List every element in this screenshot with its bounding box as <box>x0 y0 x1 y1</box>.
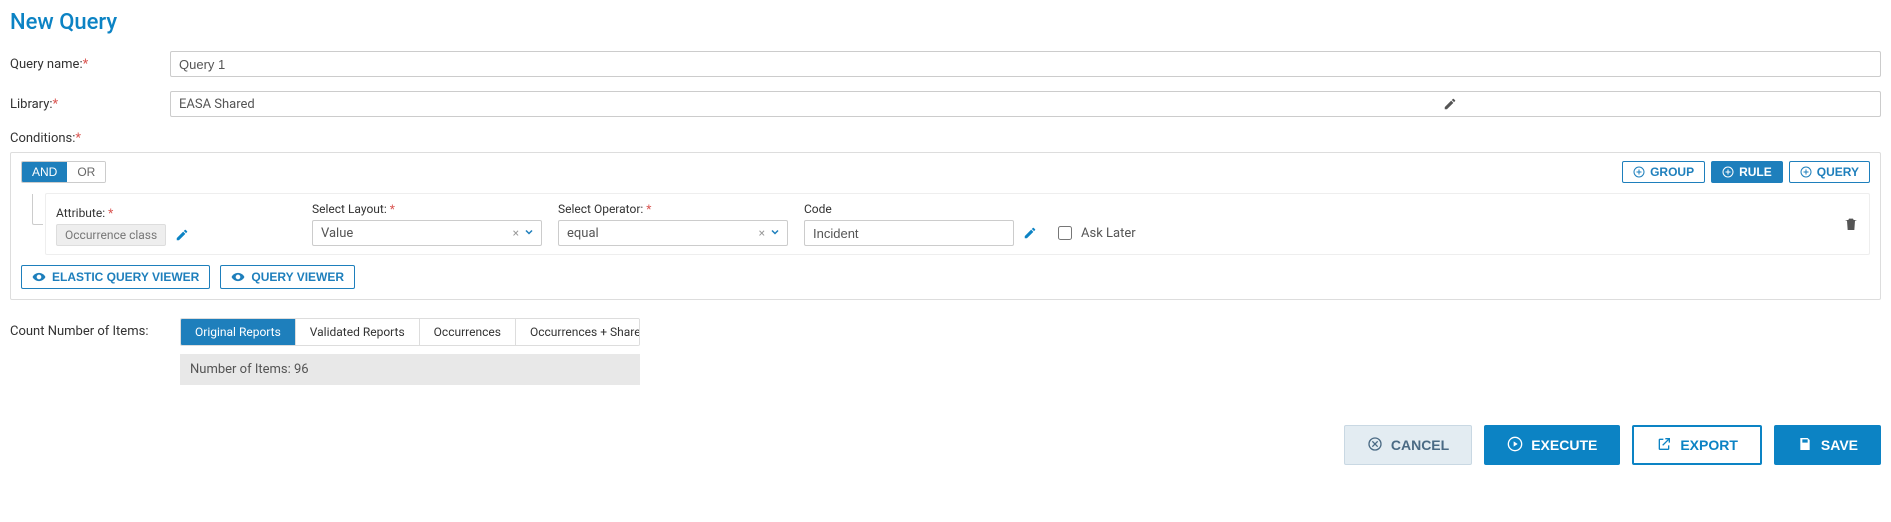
count-tabs: Original Reports Validated Reports Occur… <box>180 318 640 346</box>
logic-row: AND OR GROUP RULE QUERY <box>21 161 1870 183</box>
tab-occurrences[interactable]: Occurrences <box>420 319 516 345</box>
clear-icon[interactable]: × <box>759 226 765 240</box>
count-row: Count Number of Items: Original Reports … <box>10 318 1881 385</box>
query-name-row: Query name:* <box>10 51 1881 77</box>
plus-circle-icon <box>1800 166 1812 178</box>
layout-label: Select Layout: * <box>312 202 542 216</box>
chevron-down-icon[interactable] <box>769 226 781 241</box>
cancel-icon <box>1367 436 1383 455</box>
library-row: Library:* EASA Shared <box>10 91 1881 117</box>
tab-occurrences-shared[interactable]: Occurrences + Shared <box>516 319 640 345</box>
page-title: New Query <box>10 10 1881 35</box>
code-field: Code <box>804 202 1038 246</box>
code-input[interactable] <box>804 220 1014 246</box>
pencil-icon[interactable] <box>1022 225 1038 241</box>
count-content: Original Reports Validated Reports Occur… <box>180 318 640 385</box>
attribute-field: Attribute: * Occurrence class <box>56 206 296 246</box>
pencil-icon[interactable] <box>174 227 190 243</box>
tab-validated-reports[interactable]: Validated Reports <box>296 319 420 345</box>
pencil-icon[interactable] <box>1027 96 1875 112</box>
export-icon <box>1656 436 1672 455</box>
logic-toggle: AND OR <box>21 161 106 183</box>
layout-select[interactable]: Value × <box>312 220 542 246</box>
layout-field: Select Layout: * Value × <box>312 202 542 246</box>
library-label: Library:* <box>10 97 170 112</box>
layout-value: Value <box>321 226 513 241</box>
query-viewer-button[interactable]: QUERY VIEWER <box>220 265 355 289</box>
library-field[interactable]: EASA Shared <box>170 91 1881 117</box>
viewer-row: ELASTIC QUERY VIEWER QUERY VIEWER <box>21 265 1870 289</box>
library-value: EASA Shared <box>179 97 1027 112</box>
rule-row: Attribute: * Occurrence class Select Lay… <box>45 193 1870 255</box>
plus-circle-icon <box>1633 166 1645 178</box>
eye-icon <box>231 270 245 284</box>
eye-icon <box>32 270 46 284</box>
add-rule-button[interactable]: RULE <box>1711 161 1783 183</box>
query-name-label: Query name:* <box>10 57 170 72</box>
trash-icon[interactable] <box>1843 216 1859 232</box>
elastic-query-viewer-button[interactable]: ELASTIC QUERY VIEWER <box>21 265 210 289</box>
attribute-label: Attribute: * <box>56 206 296 220</box>
ask-later-field[interactable]: Ask Later <box>1054 220 1136 246</box>
operator-value: equal <box>567 226 759 241</box>
save-icon <box>1797 436 1813 455</box>
query-name-input[interactable] <box>170 51 1881 77</box>
operator-select[interactable]: equal × <box>558 220 788 246</box>
conditions-box: AND OR GROUP RULE QUERY <box>10 152 1881 300</box>
logic-or-button[interactable]: OR <box>67 162 105 182</box>
logic-and-button[interactable]: AND <box>22 162 67 182</box>
attribute-value: Occurrence class <box>56 224 166 246</box>
play-icon <box>1507 436 1523 455</box>
add-query-button[interactable]: QUERY <box>1789 161 1870 183</box>
code-label: Code <box>804 202 1038 216</box>
ask-later-checkbox[interactable] <box>1058 226 1072 240</box>
clear-icon[interactable]: × <box>513 226 519 240</box>
tab-original-reports[interactable]: Original Reports <box>181 319 296 345</box>
ask-later-label: Ask Later <box>1081 226 1136 241</box>
number-of-items: Number of Items: 96 <box>180 354 640 385</box>
add-buttons-group: GROUP RULE QUERY <box>1622 161 1870 183</box>
footer-actions: CANCEL EXECUTE EXPORT SAVE <box>10 425 1881 465</box>
operator-field: Select Operator: * equal × <box>558 202 788 246</box>
operator-label: Select Operator: * <box>558 202 788 216</box>
conditions-label: Conditions:* <box>10 131 1881 146</box>
add-group-button[interactable]: GROUP <box>1622 161 1705 183</box>
save-button[interactable]: SAVE <box>1774 425 1881 465</box>
execute-button[interactable]: EXECUTE <box>1484 425 1620 465</box>
export-button[interactable]: EXPORT <box>1632 425 1762 465</box>
count-label: Count Number of Items: <box>10 318 180 339</box>
chevron-down-icon[interactable] <box>523 226 535 241</box>
plus-circle-icon <box>1722 166 1734 178</box>
cancel-button[interactable]: CANCEL <box>1344 425 1472 465</box>
